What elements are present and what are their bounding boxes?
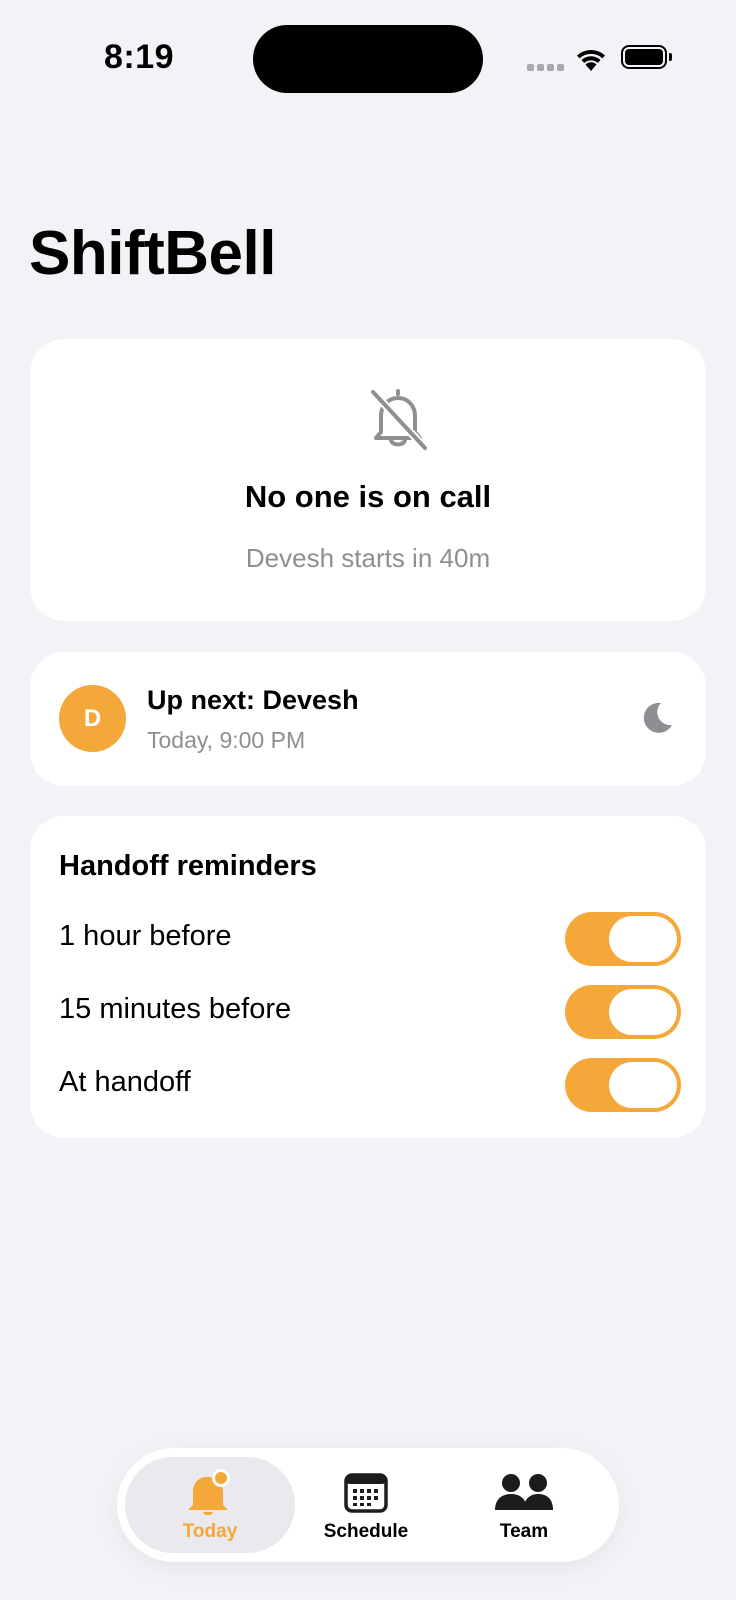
page-title: ShiftBell [29, 219, 276, 288]
reminder-row-at-handoff: At handoff [30, 1058, 706, 1114]
handoff-reminders-card: Handoff reminders 1 hour before 15 minut… [30, 816, 706, 1138]
status-time: 8:19 [104, 38, 175, 76]
up-next-title: Up next: Devesh [147, 685, 359, 715]
moon-icon [643, 702, 672, 733]
tab-label: Schedule [323, 1521, 409, 1542]
reminder-row-1-hour: 1 hour before [30, 912, 706, 968]
toggle-knob [609, 1062, 677, 1108]
tab-bar: Today Schedule Team [117, 1448, 619, 1562]
on-call-subtitle: Devesh starts in 40m [245, 543, 491, 573]
bell-badge-icon [188, 1469, 230, 1515]
tab-label: Team [499, 1521, 549, 1542]
reminder-row-15-minutes: 15 minutes before [30, 985, 706, 1041]
toggle-knob [609, 916, 677, 962]
up-next-card[interactable]: D Up next: Devesh Today, 9:00 PM [30, 652, 706, 786]
toggle-knob [609, 989, 677, 1035]
section-title: Handoff reminders [59, 850, 317, 882]
status-bar: 8:19 [0, 0, 736, 120]
wifi-icon [577, 49, 605, 71]
reminder-toggle-15-minutes[interactable] [565, 985, 681, 1039]
people-icon [495, 1474, 553, 1510]
tab-today[interactable]: Today [125, 1457, 295, 1553]
tab-schedule[interactable]: Schedule [281, 1457, 451, 1553]
dynamic-island [253, 25, 483, 93]
reminder-label: 15 minutes before [59, 993, 292, 1025]
reminder-toggle-at-handoff[interactable] [565, 1058, 681, 1112]
reminder-label: 1 hour before [59, 920, 232, 952]
battery-icon [621, 45, 672, 69]
up-next-time: Today, 9:00 PM [147, 727, 306, 753]
on-call-status-card: No one is on call Devesh starts in 40m [30, 339, 706, 621]
reminder-toggle-1-hour[interactable] [565, 912, 681, 966]
tab-team[interactable]: Team [439, 1457, 609, 1553]
avatar: D [59, 685, 126, 752]
cellular-signal-icon [527, 64, 565, 72]
calendar-icon [344, 1473, 388, 1513]
on-call-headline: No one is on call [244, 479, 492, 514]
reminder-label: At handoff [59, 1066, 191, 1098]
bell-slash-icon [369, 388, 429, 452]
tab-label: Today [182, 1521, 238, 1542]
